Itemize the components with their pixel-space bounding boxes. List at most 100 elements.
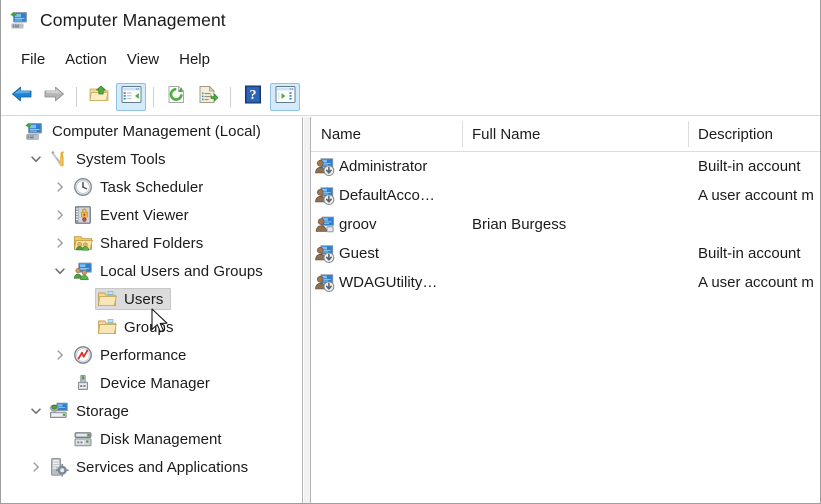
tree-item-event-viewer[interactable]: Event Viewer — [1, 201, 302, 229]
table-row[interactable]: DefaultAcco… A user account m — [311, 181, 821, 210]
back-arrow-icon — [11, 84, 33, 109]
local-users-groups-icon — [73, 261, 93, 281]
chevron-right-icon[interactable] — [49, 349, 71, 361]
tree-item-disk-management[interactable]: Disk Management — [1, 425, 302, 453]
toolbar: ? — [1, 78, 821, 116]
cell-full-name — [472, 268, 688, 297]
cell-description: A user account m — [698, 181, 821, 210]
user-disabled-icon — [315, 186, 335, 206]
tree-item-content: Storage — [47, 400, 137, 422]
cell-name: groov — [311, 210, 462, 239]
cell-name: DefaultAcco… — [311, 181, 462, 210]
column-header-name[interactable]: Name — [311, 117, 462, 151]
svg-text:?: ? — [250, 88, 257, 103]
console-tree-pane: Computer Management (Local) System Tools T… — [1, 117, 303, 504]
menu-bar: File Action View Help — [1, 44, 821, 75]
menu-help[interactable]: Help — [169, 49, 220, 70]
tree-item-content: Disk Management — [71, 428, 230, 450]
column-header-full-name[interactable]: Full Name — [462, 117, 688, 151]
chevron-down-icon[interactable] — [49, 265, 71, 277]
tree-item-services-and-applications[interactable]: Services and Applications — [1, 453, 302, 481]
help-icon: ? — [243, 85, 263, 109]
services-applications-icon — [49, 457, 69, 477]
tree-item-groups[interactable]: Groups — [1, 313, 302, 341]
system-tools-icon — [49, 149, 69, 169]
tree-item-label: Task Scheduler — [100, 179, 203, 196]
table-row[interactable]: WDAGUtility… A user account m — [311, 268, 821, 297]
chevron-down-icon[interactable] — [25, 405, 47, 417]
tree-item-label: Computer Management (Local) — [52, 123, 261, 140]
table-row[interactable]: Guest Built-in account — [311, 239, 821, 268]
cell-name: Guest — [311, 239, 462, 268]
list-column-headers: Name Full Name Description — [311, 117, 821, 152]
user-name-label: WDAGUtility… — [339, 274, 437, 291]
cell-full-name — [472, 181, 688, 210]
tree-item-label: Users — [124, 291, 163, 308]
users-list-pane: Name Full Name Description Administrator… — [310, 117, 821, 504]
tree-item-performance[interactable]: Performance — [1, 341, 302, 369]
toolbar-show-hide-action-pane[interactable] — [270, 83, 300, 111]
tree-item-system-tools[interactable]: System Tools — [1, 145, 302, 173]
toolbar-separator-1 — [76, 87, 77, 107]
cell-description: A user account m — [698, 268, 821, 297]
performance-icon — [73, 345, 93, 365]
tree-item-content: Event Viewer — [71, 204, 197, 226]
tree-item-local-users-and-groups[interactable]: Local Users and Groups — [1, 257, 302, 285]
user-disabled-icon — [315, 244, 335, 264]
user-disabled-icon — [315, 273, 335, 293]
toolbar-export-list[interactable] — [193, 83, 223, 111]
table-row[interactable]: groovBrian Burgess — [311, 210, 821, 239]
event-viewer-icon — [73, 205, 93, 225]
tree-item-task-scheduler[interactable]: Task Scheduler — [1, 173, 302, 201]
tree-item-content: Device Manager — [71, 372, 218, 394]
cell-description: Built-in account — [698, 239, 821, 268]
toolbar-show-hide-console-tree[interactable] — [116, 83, 146, 111]
column-header-description[interactable]: Description — [688, 117, 821, 151]
menu-file[interactable]: File — [11, 49, 55, 70]
computer-icon — [25, 121, 45, 141]
user-name-label: groov — [339, 216, 377, 233]
tree-item-content: Shared Folders — [71, 232, 211, 254]
tree-item-device-manager[interactable]: Device Manager — [1, 369, 302, 397]
window-title: Computer Management — [40, 10, 226, 31]
tree-item-storage[interactable]: Storage — [1, 397, 302, 425]
show-hide-tree-icon — [121, 85, 142, 109]
tree-item-label: Disk Management — [100, 431, 222, 448]
refresh-icon — [166, 85, 187, 109]
table-row[interactable]: AdministratorBuilt-in account — [311, 152, 821, 181]
tree-item-computer-management-local[interactable]: Computer Management (Local) — [1, 117, 302, 145]
storage-icon — [49, 401, 69, 421]
chevron-right-icon[interactable] — [49, 181, 71, 193]
toolbar-help[interactable]: ? — [238, 83, 268, 111]
tree-item-content: System Tools — [47, 148, 174, 170]
user-disabled-icon — [315, 157, 335, 177]
shared-folders-icon — [73, 233, 93, 253]
show-action-pane-icon — [275, 85, 296, 109]
toolbar-forward[interactable] — [39, 83, 69, 111]
menu-view[interactable]: View — [117, 49, 169, 70]
users-list: AdministratorBuilt-in accountDefaultAcco… — [311, 152, 821, 297]
tree-item-label: Storage — [76, 403, 129, 420]
toolbar-refresh[interactable] — [161, 83, 191, 111]
chevron-right-icon[interactable] — [49, 209, 71, 221]
tree-item-label: Groups — [124, 319, 174, 336]
folder-icon — [97, 289, 117, 309]
toolbar-up-one-level[interactable] — [84, 83, 114, 111]
cell-full-name — [472, 239, 688, 268]
tree-item-label: Performance — [100, 347, 186, 364]
export-list-icon — [198, 85, 219, 109]
toolbar-back[interactable] — [7, 83, 37, 111]
up-folder-icon — [88, 84, 110, 109]
tree-item-shared-folders[interactable]: Shared Folders — [1, 229, 302, 257]
content-area: Computer Management (Local) System Tools T… — [1, 117, 821, 504]
title-bar: Computer Management — [1, 0, 821, 40]
tree-item-users[interactable]: Users — [1, 285, 302, 313]
tree-item-content: Groups — [95, 316, 182, 338]
tree-item-content: Task Scheduler — [71, 176, 211, 198]
tree-item-content: Local Users and Groups — [71, 260, 271, 282]
menu-action[interactable]: Action — [55, 49, 117, 70]
chevron-right-icon[interactable] — [49, 237, 71, 249]
chevron-down-icon[interactable] — [25, 153, 47, 165]
chevron-right-icon[interactable] — [25, 461, 47, 473]
user-name-label: Administrator — [339, 158, 427, 175]
